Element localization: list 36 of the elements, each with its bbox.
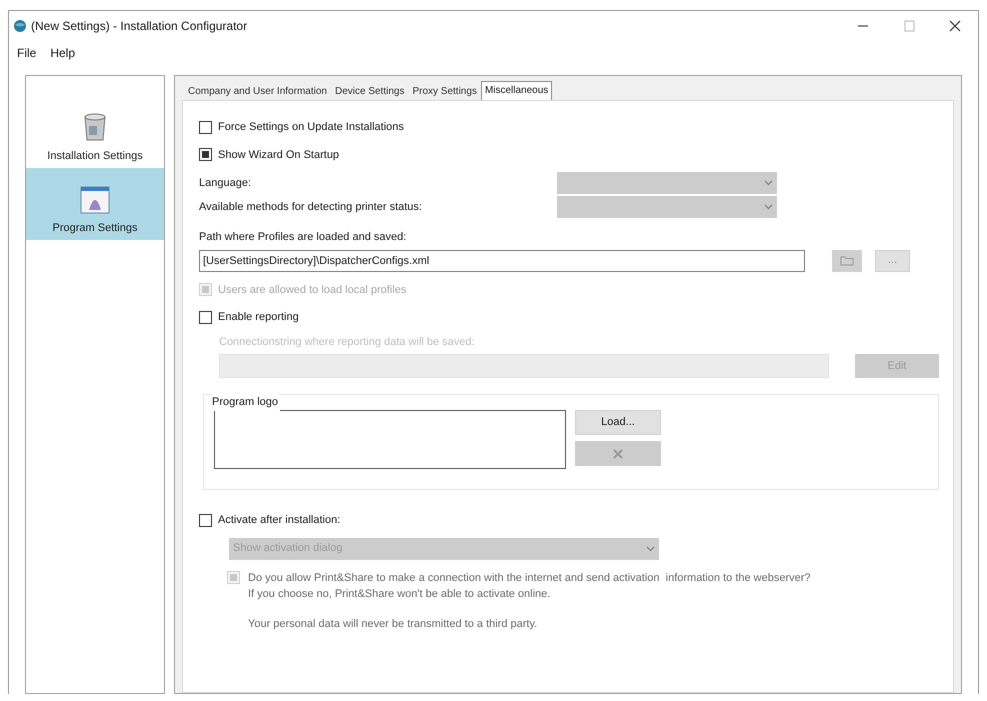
chevron-down-icon [764, 204, 773, 210]
field-label: Path where Profiles are loaded and saved: [199, 230, 408, 245]
tab[interactable]: Device Settings [330, 83, 408, 100]
app-icon [13, 19, 27, 33]
folder-button[interactable] [832, 250, 862, 272]
field-label: Connectionstring where reporting data will be saved: [219, 334, 476, 350]
checkbox-label: Users are allowed to load local profiles [218, 282, 406, 298]
load-button[interactable]: Load... [575, 410, 661, 435]
checkbox[interactable] [199, 514, 212, 527]
program-window-icon [80, 186, 110, 214]
trash-can-icon [82, 112, 108, 142]
tab[interactable]: Company and User Information [184, 83, 331, 100]
checkbox-label: Enable reporting [218, 310, 299, 325]
tab[interactable]: Proxy Settings [408, 83, 481, 100]
menu-item[interactable]: Help [44, 42, 82, 64]
checkbox[interactable] [199, 120, 212, 134]
checkbox[interactable] [199, 310, 212, 324]
window-title: (New Settings) - Installation Configurator [31, 18, 248, 35]
chevron-down-icon [764, 180, 773, 186]
consent-text: Do you allow Print&Share to make a connection with the internet and send activation information to the webserver? [248, 570, 811, 586]
field-label: Language: [199, 176, 252, 191]
folder-icon [840, 255, 854, 266]
field-label: Available methods for detecting printer status: [199, 200, 423, 215]
checkbox-label: Force Settings on Update Installations [218, 120, 404, 135]
chevron-down-icon [646, 546, 655, 552]
group-title: Program logo [212, 394, 280, 410]
path-input[interactable]: [UserSettingsDirectory]\DispatcherConfigs.xml [199, 250, 805, 272]
consent-text: If you choose no, Print&Share won't be able to activate online. [248, 586, 552, 602]
checkbox-label: Activate after installation: [218, 513, 340, 528]
privacy-note: Your personal data will never be transmitted to a third party. [248, 616, 538, 632]
menu-item[interactable]: File [11, 42, 42, 64]
checkbox-label: Show Wizard On Startup [218, 148, 340, 162]
sidebar-item[interactable]: Program Settings [26, 168, 164, 240]
checkbox[interactable] [199, 148, 212, 162]
delete-icon [613, 448, 623, 458]
tab[interactable]: Miscellaneous [480, 81, 552, 100]
